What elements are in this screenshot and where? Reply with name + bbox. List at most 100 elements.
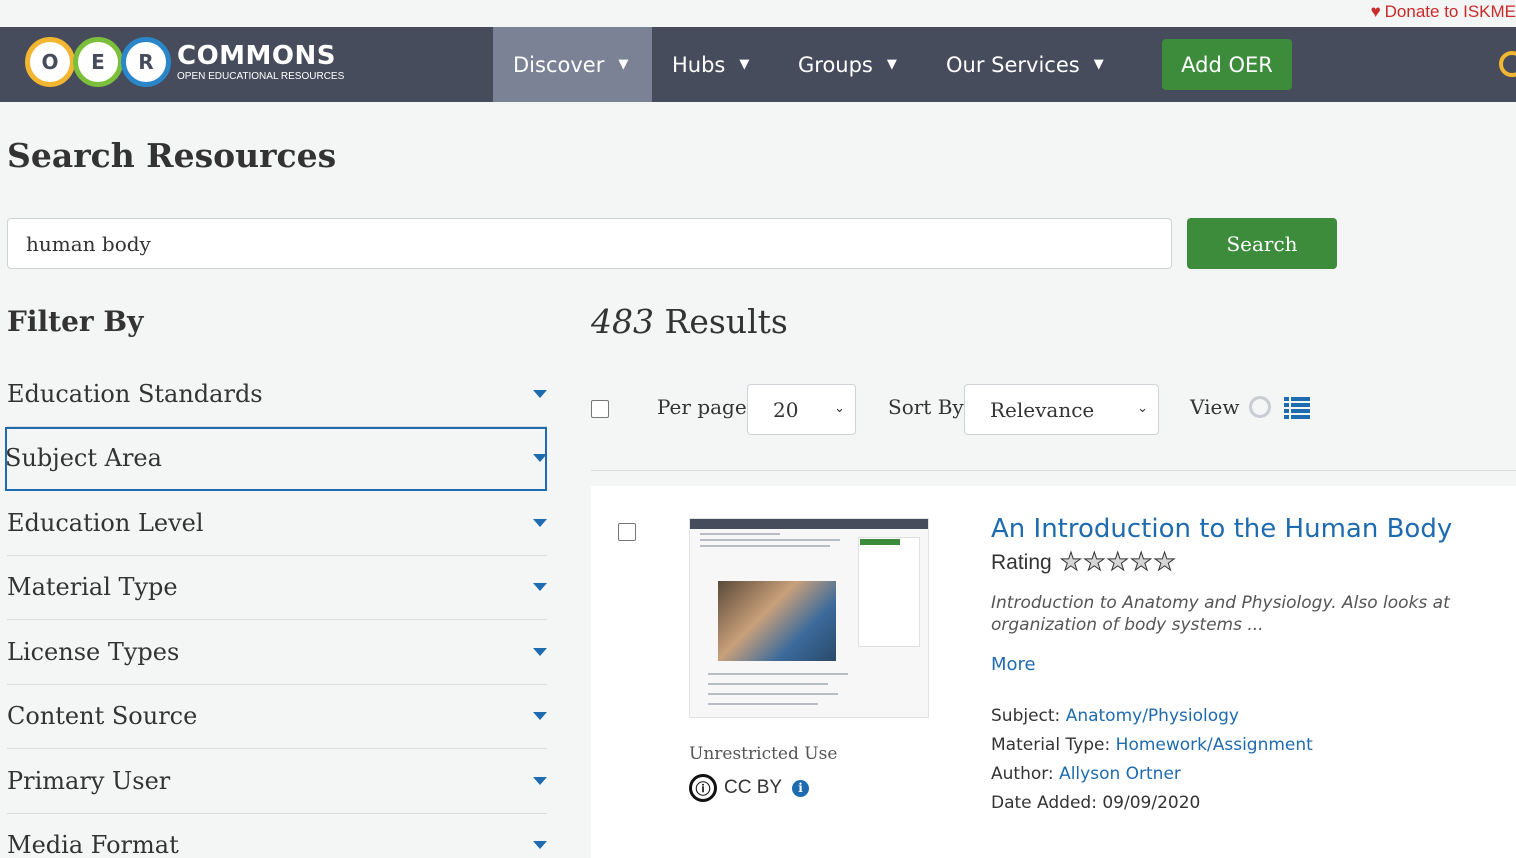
divider xyxy=(591,470,1516,471)
material-type-row: Material Type: Homework/Assignment xyxy=(991,731,1313,760)
filter-subject-area[interactable]: Subject Area xyxy=(5,426,547,491)
date-added-label: Date Added: xyxy=(991,793,1097,813)
subject-label: Subject: xyxy=(991,706,1061,726)
nav-groups[interactable]: Groups ▼ xyxy=(798,27,897,102)
caret-down-icon xyxy=(533,389,547,398)
usage-rights: Unrestricted Use xyxy=(689,744,838,764)
result-checkbox[interactable] xyxy=(618,523,636,541)
sort-by-value: Relevance xyxy=(990,397,1095,422)
caret-down-icon xyxy=(533,454,547,463)
results-toolbar: Per page 20 ⌄ Sort By Relevance ⌄ View xyxy=(591,384,1516,435)
logo-title: COMMONS xyxy=(177,40,337,71)
sort-by-label: Sort By xyxy=(888,395,964,419)
filter-label: Education Standards xyxy=(7,379,263,408)
filter-heading: Filter By xyxy=(7,305,144,338)
filter-material-type[interactable]: Material Type xyxy=(7,556,547,620)
search-button[interactable]: Search xyxy=(1187,218,1337,269)
list-view-icon[interactable] xyxy=(1284,397,1310,419)
nav-hubs-label: Hubs xyxy=(672,52,726,77)
caret-down-icon xyxy=(533,776,547,785)
material-type-link[interactable]: Homework/Assignment xyxy=(1116,735,1313,755)
search-input[interactable]: human body xyxy=(7,218,1172,269)
star-icon: ★ xyxy=(1153,548,1176,576)
star-icon: ★ xyxy=(1083,548,1106,576)
rating-stars: ★ ★ ★ ★ ★ xyxy=(1059,548,1177,576)
top-navigation: O E R COMMONS OPEN EDUCATIONAL RESOURCES… xyxy=(0,27,1516,102)
result-thumbnail[interactable] xyxy=(689,518,929,718)
filter-label: Media Format xyxy=(7,831,179,858)
chevron-down-icon: ▼ xyxy=(618,57,629,72)
star-icon: ★ xyxy=(1059,548,1083,576)
nav-hubs[interactable]: Hubs ▼ xyxy=(672,27,749,102)
author-link[interactable]: Allyson Ortner xyxy=(1059,764,1181,784)
search-icon[interactable] xyxy=(1499,51,1516,77)
heart-icon: ♥ xyxy=(1370,2,1381,21)
filter-label: Subject Area xyxy=(5,444,162,473)
logo-letter-e: E xyxy=(73,37,123,87)
filter-label: Primary User xyxy=(7,766,171,795)
filter-education-level[interactable]: Education Level xyxy=(7,491,547,556)
caret-down-icon xyxy=(533,518,547,527)
sort-by-select[interactable]: Relevance ⌄ xyxy=(964,384,1159,435)
donate-link[interactable]: ♥ Donate to ISKME xyxy=(1371,2,1516,22)
result-title-link[interactable]: An Introduction to the Human Body xyxy=(991,514,1452,544)
logo-letter-r: R xyxy=(121,37,171,87)
filter-list: Education Standards Subject Area Educati… xyxy=(5,362,547,858)
nav-our-services[interactable]: Our Services ▼ xyxy=(946,27,1104,102)
results-count: 483 Results xyxy=(591,302,788,341)
subject-row: Subject: Anatomy/Physiology xyxy=(991,702,1313,731)
author-row: Author: Allyson Ortner xyxy=(991,760,1313,789)
info-icon[interactable]: i xyxy=(792,779,810,797)
nav-our-services-label: Our Services xyxy=(946,52,1080,77)
filter-content-source[interactable]: Content Source xyxy=(7,685,547,749)
oer-commons-logo[interactable]: O E R COMMONS OPEN EDUCATIONAL RESOURCES xyxy=(25,36,344,88)
caret-down-icon xyxy=(533,841,547,850)
license-label: CC BY xyxy=(724,777,783,798)
filter-education-standards[interactable]: Education Standards xyxy=(7,362,547,427)
per-page-value: 20 xyxy=(773,397,799,422)
result-metadata: Subject: Anatomy/Physiology Material Typ… xyxy=(991,702,1313,818)
chevron-down-icon: ▼ xyxy=(739,57,750,72)
chevron-down-icon: ⌄ xyxy=(834,401,845,416)
more-link[interactable]: More xyxy=(991,654,1036,675)
logo-letter-o: O xyxy=(25,37,75,87)
filter-label: Content Source xyxy=(7,702,198,731)
caret-down-icon xyxy=(533,583,547,592)
results-count-label: Results xyxy=(664,302,788,341)
nav-discover-label: Discover xyxy=(513,52,605,77)
rating: Rating ★ ★ ★ ★ ★ xyxy=(991,548,1177,576)
filter-license-types[interactable]: License Types xyxy=(7,620,547,685)
result-card: Unrestricted Use ⓘ CC BY i An Introducti… xyxy=(591,486,1516,858)
caret-down-icon xyxy=(533,647,547,656)
per-page-label: Per page xyxy=(657,395,747,419)
page-title: Search Resources xyxy=(7,136,337,175)
cc-by-icon: ⓘ xyxy=(689,774,717,802)
view-label: View xyxy=(1190,395,1240,419)
material-type-label: Material Type: xyxy=(991,735,1111,755)
date-added-value: 09/09/2020 xyxy=(1102,793,1201,813)
rating-label: Rating xyxy=(991,550,1052,574)
subject-link[interactable]: Anatomy/Physiology xyxy=(1066,706,1239,726)
star-icon: ★ xyxy=(1106,548,1129,576)
filter-label: License Types xyxy=(7,637,180,666)
nav-groups-label: Groups xyxy=(798,52,873,77)
author-label: Author: xyxy=(991,764,1054,784)
chevron-down-icon: ▼ xyxy=(886,57,897,72)
chevron-down-icon: ⌄ xyxy=(1137,401,1148,416)
filter-label: Material Type xyxy=(7,573,178,602)
result-description: Introduction to Anatomy and Physiology. … xyxy=(991,593,1450,635)
grid-view-icon[interactable] xyxy=(1249,396,1271,418)
select-all-checkbox[interactable] xyxy=(591,400,609,418)
nav-discover[interactable]: Discover ▼ xyxy=(493,27,652,102)
per-page-select[interactable]: 20 ⌄ xyxy=(747,384,856,435)
date-added-row: Date Added: 09/09/2020 xyxy=(991,789,1313,818)
caret-down-icon xyxy=(533,712,547,721)
license: ⓘ CC BY i xyxy=(689,774,810,802)
donate-label: Donate to ISKME xyxy=(1384,2,1516,21)
filter-media-format[interactable]: Media Format xyxy=(7,814,547,858)
logo-subtitle: OPEN EDUCATIONAL RESOURCES xyxy=(177,70,345,82)
donate-bar: ♥ Donate to ISKME xyxy=(0,0,1516,27)
search-input-value: human body xyxy=(26,231,151,256)
add-oer-button[interactable]: Add OER xyxy=(1162,39,1292,90)
filter-primary-user[interactable]: Primary User xyxy=(7,749,547,814)
